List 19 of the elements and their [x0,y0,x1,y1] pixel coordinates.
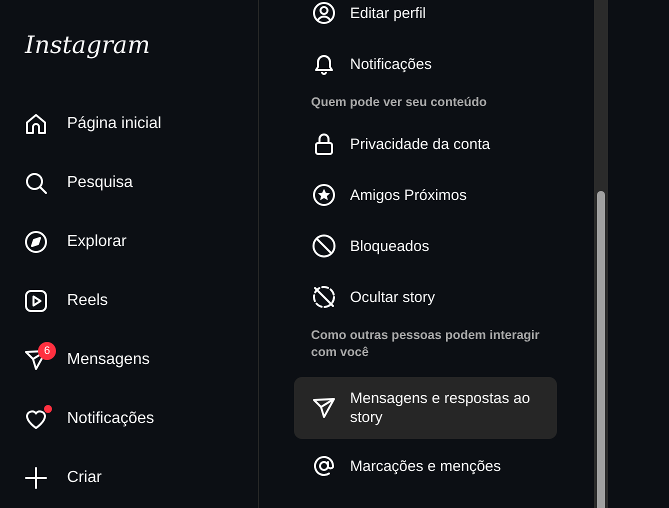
settings-item[interactable]: Privacidade da conta [294,119,557,169]
section-heading: Como outras pessoas podem interagir com você [310,327,541,361]
settings-item[interactable]: Marcações e menções [294,441,557,491]
nav-item[interactable]: Criar [12,454,222,502]
settings-item[interactable]: Notificações [294,39,557,89]
nav-item[interactable]: 6 Mensagens [12,336,222,384]
settings-item[interactable]: Ocultar story [294,272,557,322]
settings-item[interactable]: Mensagens e respostas ao story [294,377,557,439]
nav-item[interactable]: Pesquisa [12,159,222,207]
settings-item[interactable]: Amigos Próximos [294,170,557,220]
nav-item[interactable]: Página inicial [12,100,222,148]
nav-item[interactable]: Notificações [12,395,222,443]
section-heading: Quem pode ver seu conteúdo [310,94,488,111]
instagram-logo[interactable]: Instagram [25,30,150,60]
nav-item[interactable]: Explorar [12,218,222,266]
notification-count: 6 [38,342,56,360]
settings-item[interactable]: Bloqueados [294,221,557,271]
settings-item[interactable]: Editar perfil [294,0,557,38]
nav-item[interactable]: Reels [12,277,222,325]
